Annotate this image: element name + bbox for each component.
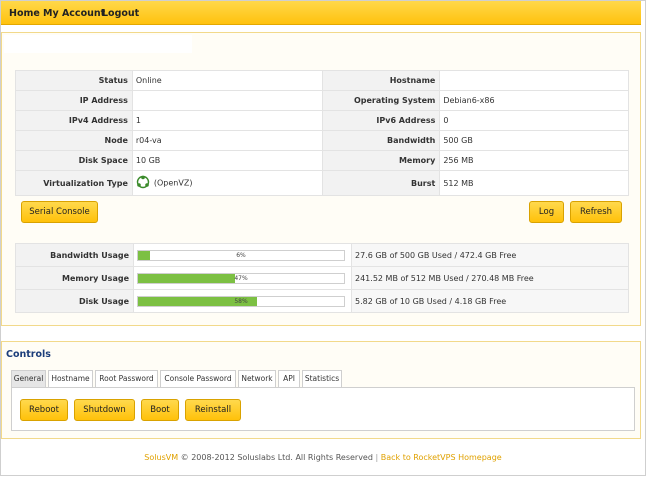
- status-value: Online: [131, 70, 323, 91]
- openvz-icon: [136, 175, 150, 191]
- disk-space-label: Disk Space: [15, 150, 133, 171]
- refresh-button[interactable]: Refresh: [570, 201, 622, 223]
- nav-my-account-link[interactable]: My Account: [43, 8, 105, 19]
- status-label: Status: [15, 70, 133, 91]
- node-label: Node: [15, 130, 133, 151]
- memory-value: 256 MB: [439, 150, 629, 171]
- tab-hostname[interactable]: Hostname: [48, 370, 93, 387]
- tab-network[interactable]: Network: [238, 370, 276, 387]
- burst-value: 512 MB: [439, 170, 629, 196]
- disk-usage-bar: 58%: [137, 295, 345, 307]
- tab-api[interactable]: API: [278, 370, 300, 387]
- memory-usage-bar: 47%: [137, 272, 345, 284]
- tab-console-password[interactable]: Console Password: [160, 370, 236, 387]
- bandwidth-usage-detail: 27.6 GB of 500 GB Used / 472.4 GB Free: [351, 243, 629, 267]
- usage-row-memory: Memory Usage 47% 241.52 MB of 512 MB Use…: [15, 266, 629, 290]
- page-footer: SolusVM © 2008-2012 Soluslabs Ltd. All R…: [0, 453, 646, 462]
- hostname-label: Hostname: [321, 70, 441, 91]
- ipv4-label: IPv4 Address: [15, 110, 133, 131]
- bandwidth-value: 500 GB: [439, 130, 629, 151]
- bandwidth-label: Bandwidth: [321, 130, 441, 151]
- reboot-button[interactable]: Reboot: [20, 399, 68, 421]
- memory-usage-detail: 241.52 MB of 512 MB Used / 270.48 MB Fre…: [351, 266, 629, 290]
- footer-copyright: © 2008-2012 Soluslabs Ltd. All Rights Re…: [180, 453, 373, 462]
- nav-home-link[interactable]: Home: [9, 8, 40, 19]
- memory-usage-percent: 47%: [234, 274, 248, 282]
- ipv4-value: 1: [131, 110, 323, 131]
- nav-logout-link[interactable]: Logout: [102, 8, 139, 19]
- tab-general[interactable]: General: [11, 370, 46, 387]
- reinstall-button[interactable]: Reinstall: [185, 399, 241, 421]
- memory-label: Memory: [321, 150, 441, 171]
- memory-usage-label: Memory Usage: [15, 266, 134, 290]
- disk-usage-percent: 58%: [234, 297, 248, 305]
- disk-usage-detail: 5.82 GB of 10 GB Used / 4.18 GB Free: [351, 289, 629, 313]
- footer-separator: |: [375, 453, 379, 462]
- boot-button[interactable]: Boot: [141, 399, 179, 421]
- os-value: Debian6-x86: [439, 90, 629, 111]
- panel-header: [4, 35, 192, 53]
- virtualization-label: Virtualization Type: [15, 170, 133, 196]
- burst-label: Burst: [321, 170, 441, 196]
- tab-root-password[interactable]: Root Password: [95, 370, 158, 387]
- usage-row-disk: Disk Usage 58% 5.82 GB of 10 GB Used / 4…: [15, 289, 629, 313]
- top-nav-bar: Home My Account Logout: [1, 1, 641, 25]
- shutdown-button[interactable]: Shutdown: [74, 399, 135, 421]
- hostname-value: [439, 70, 629, 91]
- usage-table: Bandwidth Usage 6% 27.6 GB of 500 GB Use…: [15, 243, 629, 313]
- disk-usage-label: Disk Usage: [15, 289, 134, 313]
- virtualization-value: (OpenVZ): [153, 178, 193, 188]
- os-label: Operating System: [321, 90, 441, 111]
- ip-address-label: IP Address: [15, 90, 133, 111]
- virtualization-value-cell: (OpenVZ): [131, 170, 323, 196]
- controls-title: Controls: [6, 349, 51, 360]
- tab-statistics[interactable]: Statistics: [302, 370, 342, 387]
- ip-address-value: [131, 90, 323, 111]
- bandwidth-usage-percent: 6%: [236, 251, 246, 259]
- serial-console-button[interactable]: Serial Console: [21, 201, 98, 223]
- ipv6-value: 0: [439, 110, 629, 131]
- log-button[interactable]: Log: [529, 201, 564, 223]
- server-info-table: Status Online Hostname IP Address Operat…: [15, 70, 629, 196]
- usage-row-bandwidth: Bandwidth Usage 6% 27.6 GB of 500 GB Use…: [15, 243, 629, 267]
- footer-brand-link[interactable]: SolusVM: [144, 453, 178, 462]
- node-value: r04-va: [131, 130, 323, 151]
- disk-space-value: 10 GB: [131, 150, 323, 171]
- ipv6-label: IPv6 Address: [321, 110, 441, 131]
- footer-homepage-link[interactable]: Back to RocketVPS Homepage: [381, 453, 502, 462]
- bandwidth-usage-label: Bandwidth Usage: [15, 243, 134, 267]
- bandwidth-usage-bar: 6%: [137, 249, 345, 261]
